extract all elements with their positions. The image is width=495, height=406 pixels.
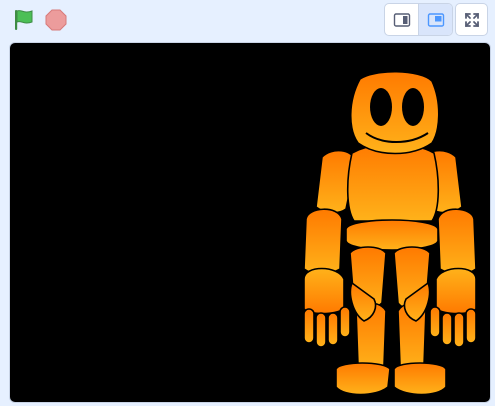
orange-robot-sprite[interactable] [294, 69, 486, 401]
normal-stage-button[interactable] [418, 4, 452, 35]
normal-stage-icon [427, 12, 444, 27]
stop-button[interactable] [44, 8, 68, 32]
stage-header [0, 0, 495, 40]
stop-sign-icon [45, 9, 67, 31]
green-flag-button[interactable] [12, 8, 36, 32]
small-stage-icon [393, 12, 410, 27]
stage-size-toggle [384, 3, 453, 36]
green-flag-icon [15, 10, 33, 30]
fullscreen-icon [464, 12, 479, 27]
stage-canvas[interactable] [9, 42, 491, 403]
small-stage-button[interactable] [385, 4, 418, 35]
fullscreen-button[interactable] [455, 3, 488, 36]
